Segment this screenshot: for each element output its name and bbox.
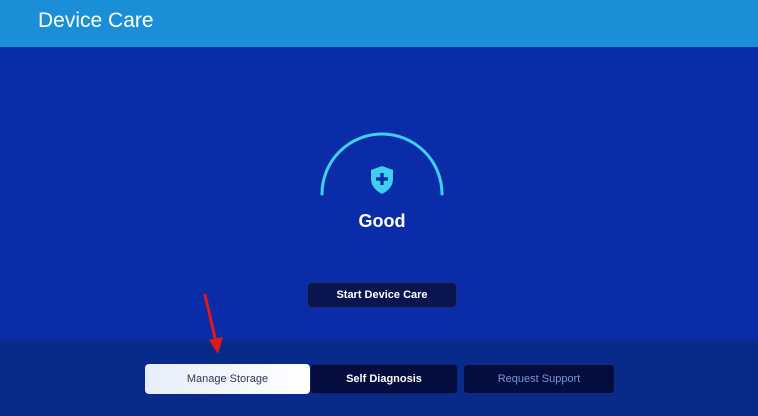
device-care-screen: Device Care Good Start Device Care Manag… (0, 0, 758, 416)
shield-plus-icon (371, 166, 393, 194)
device-status-label: Good (358, 211, 406, 231)
manage-storage-button[interactable]: Manage Storage (145, 364, 310, 394)
page-title: Device Care (38, 9, 154, 32)
red-arrow-annotation-icon (203, 293, 223, 354)
self-diagnosis-button[interactable]: Self Diagnosis (310, 364, 458, 394)
start-device-care-button[interactable]: Start Device Care (307, 282, 457, 308)
header-bar: Device Care (0, 0, 758, 47)
request-support-button[interactable]: Request Support (463, 364, 615, 394)
